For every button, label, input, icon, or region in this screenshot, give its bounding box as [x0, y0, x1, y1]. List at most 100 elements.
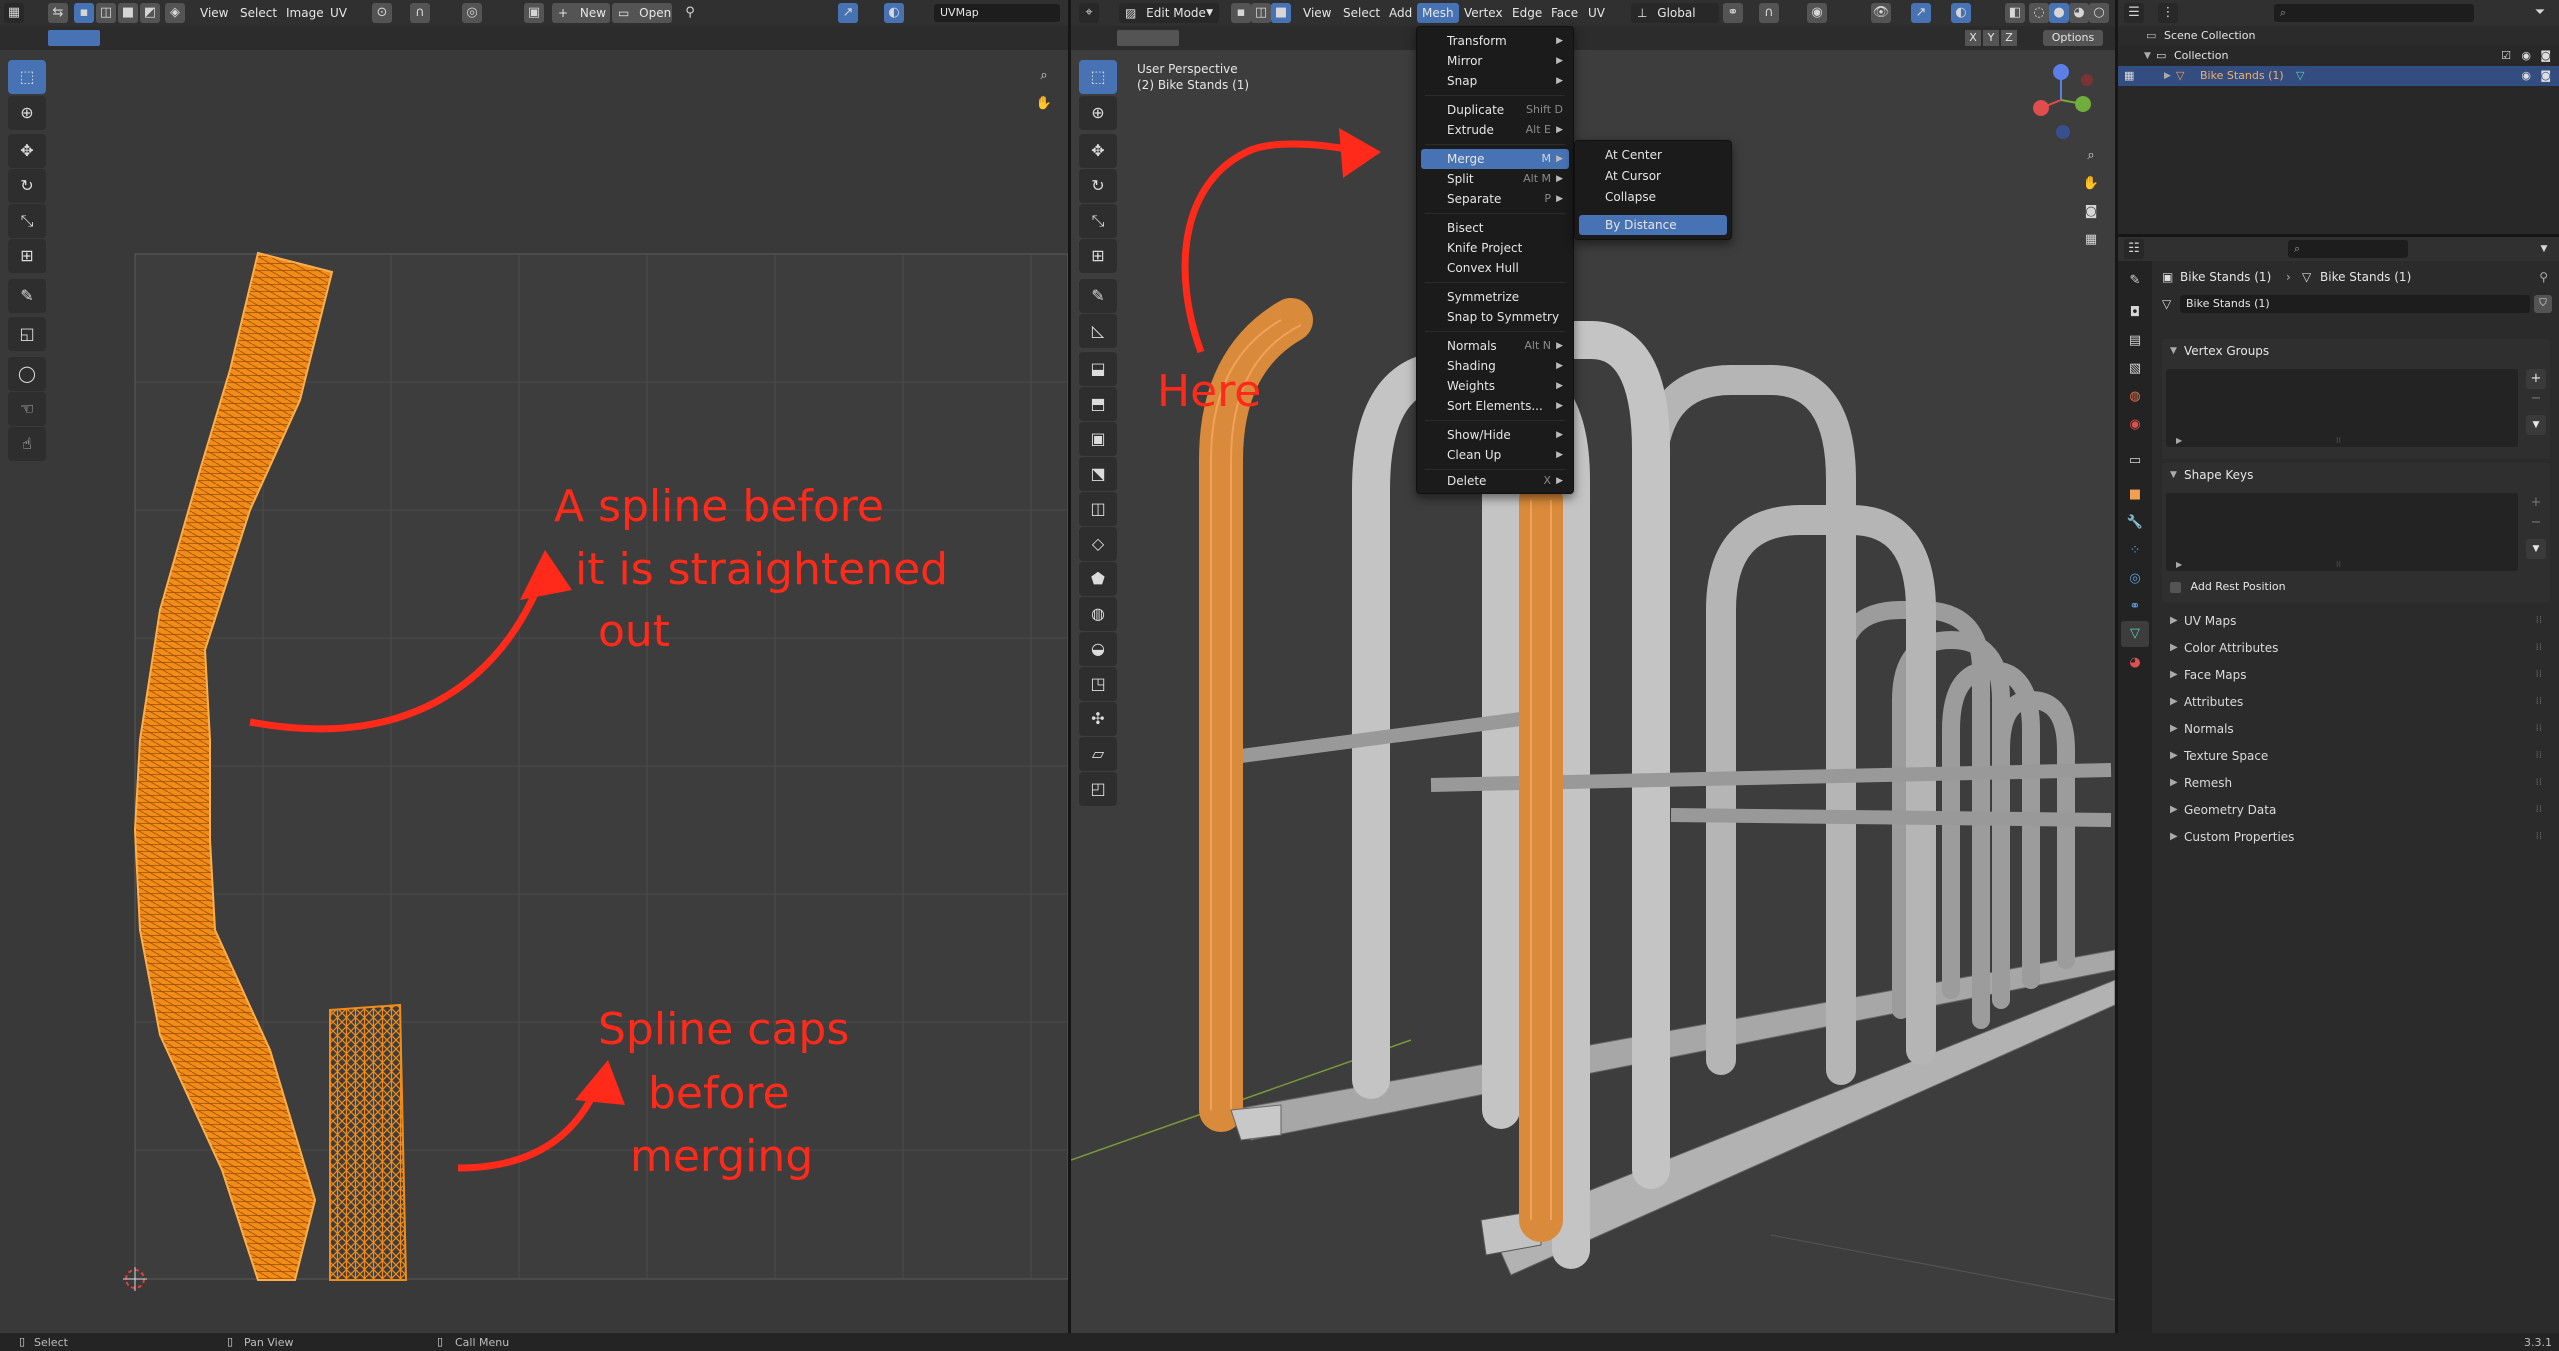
panel-color-attributes[interactable]: ▶ Color Attributes ⁞⁞ [2162, 636, 2550, 660]
vp-menu-edge[interactable]: Edge [1512, 3, 1542, 23]
menu-item-split[interactable]: Split Alt M ▶ [1421, 169, 1569, 189]
menu-item-convex-hull[interactable]: Convex Hull [1421, 258, 1569, 278]
edge-mode-3d[interactable]: ◫ [1251, 3, 1271, 23]
tool-scale[interactable]: ⤡ [8, 204, 46, 238]
hand-icon[interactable]: ✋ [2081, 174, 2101, 194]
submenu-item-at-cursor[interactable]: At Cursor [1579, 166, 1727, 186]
menu-item-extrude[interactable]: Extrude Alt E ▶ [1421, 120, 1569, 140]
uv-menu-select[interactable]: Select [240, 3, 277, 23]
pin-icon[interactable]: ⚲ [680, 3, 700, 23]
uvmap-field[interactable]: UVMap [934, 4, 1060, 22]
mode-dropdown[interactable]: ▨ Edit Mode ▼ [1119, 3, 1219, 23]
overlay-toggle-3d[interactable]: ◐ [1951, 3, 1971, 23]
outliner-row-object[interactable]: ▦ ▶ ▽ Bike Stands (1) ▽ ◉ ◙ [2118, 66, 2559, 86]
tool-rotate[interactable]: ↻ [8, 169, 46, 203]
panel-attributes[interactable]: ▶ Attributes ⁞⁞ [2162, 690, 2550, 714]
vp-tool-shrink[interactable]: ✣ [1079, 702, 1117, 736]
vp-tool-measure[interactable]: ◺ [1079, 314, 1117, 348]
vp-menu-select[interactable]: Select [1343, 3, 1380, 23]
menu-item-show-hide[interactable]: Show/Hide ▶ [1421, 425, 1569, 445]
vp-tool-transform[interactable]: ⊞ [1079, 239, 1117, 273]
vp-tool-polybuild[interactable]: ⬟ [1079, 562, 1117, 596]
uv-menu-uv[interactable]: UV [330, 3, 347, 23]
vp-tool-annotate[interactable]: ✎ [1079, 279, 1117, 313]
view-layer-tab-icon[interactable]: ▧ [2125, 359, 2145, 379]
tool-select-box[interactable]: ⬚ [8, 60, 46, 94]
tool-grab[interactable]: ◯ [8, 357, 46, 391]
vp-tool-bevel[interactable]: ⬔ [1079, 457, 1117, 491]
pin-icon[interactable]: ⚲ [2539, 267, 2548, 287]
shading-rendered[interactable]: ○ [2089, 3, 2109, 23]
menu-item-clean-up[interactable]: Clean Up ▶ [1421, 445, 1569, 465]
axis-z-toggle[interactable]: Z [2001, 30, 2017, 46]
mesh-browse-icon[interactable]: ▽ [2162, 297, 2171, 311]
rear-foot[interactable] [1230, 1104, 1282, 1141]
vp-tool-move[interactable]: ✥ [1079, 134, 1117, 168]
submenu-item-by-distance[interactable]: By Distance [1579, 215, 1727, 235]
panel-normals[interactable]: ▶ Normals ⁞⁞ [2162, 717, 2550, 741]
proportional-edit-button[interactable]: ◎ [462, 3, 482, 23]
vp-tool-inset[interactable]: ▣ [1079, 422, 1117, 456]
overlay-toggle[interactable]: ◐ [884, 3, 904, 23]
tool-transform[interactable]: ⊞ [8, 239, 46, 273]
vp-menu-add[interactable]: Add [1389, 3, 1412, 23]
panel-face-maps[interactable]: ▶ Face Maps ⁞⁞ [2162, 663, 2550, 687]
pivot-button[interactable]: ⊙ [372, 3, 392, 23]
chevron-down-icon[interactable]: ▼ [2534, 239, 2554, 259]
face-select-mode[interactable]: ■ [118, 3, 138, 23]
data-tab-active[interactable]: ▽ [2121, 621, 2149, 647]
camera-icon[interactable]: ◙ [2540, 66, 2551, 86]
eye-icon[interactable]: ◉ [2521, 66, 2531, 86]
image-browse-button[interactable]: ▣ [524, 3, 544, 23]
menu-item-delete[interactable]: Delete X ▶ [1421, 471, 1569, 491]
vertex-groups-list[interactable]: ▶ ⁝⁝ [2166, 369, 2518, 447]
object-tab-icon[interactable]: ■ [2125, 485, 2145, 505]
shape-keys-header[interactable]: ▼ Shape Keys [2162, 463, 2550, 487]
sync-selection-button[interactable]: ⇆ [48, 3, 68, 23]
shape-key-specials-button[interactable]: ▼ [2526, 539, 2546, 559]
vp-tool-loopcut[interactable]: ◫ [1079, 492, 1117, 526]
vertex-groups-header[interactable]: ▼ Vertex Groups [2162, 339, 2550, 363]
vp-tool-add-cube[interactable]: ⬓ [1079, 352, 1117, 386]
drag-grip-icon[interactable]: ⁞⁞ [2536, 609, 2542, 633]
menu-item-sort-elements[interactable]: Sort Elements... ▶ [1421, 396, 1569, 416]
axis-y-toggle[interactable]: Y [1983, 30, 1999, 46]
shape-keys-list[interactable]: ▶ ⁝⁝ [2166, 493, 2518, 571]
menu-item-symmetrize[interactable]: Symmetrize [1421, 287, 1569, 307]
world-tab-icon[interactable]: ◉ [2125, 415, 2145, 435]
uv-sync-toggle[interactable]: ↗ [838, 3, 858, 23]
constraints-tab-icon[interactable]: ⚭ [2125, 597, 2145, 617]
panel-texture-space[interactable]: ▶ Texture Space ⁞⁞ [2162, 744, 2550, 768]
vp-menu-view[interactable]: View [1303, 3, 1331, 23]
checkbox-icon[interactable] [2170, 581, 2181, 593]
vp-tool-select[interactable]: ⬚ [1079, 60, 1117, 94]
axis-x-toggle[interactable]: X [1965, 30, 1981, 46]
select-box-tool-icons[interactable] [48, 30, 100, 46]
output-tab-icon[interactable]: ▤ [2125, 331, 2145, 351]
scene-tab-icon[interactable]: ◍ [2125, 387, 2145, 407]
drag-grip-icon[interactable]: ⁞⁞ [2536, 690, 2542, 714]
mesh-name-field[interactable]: Bike Stands (1) [2180, 295, 2530, 313]
remove-shape-key-button[interactable]: − [2526, 513, 2546, 533]
gizmo-toggle[interactable]: ↗ [1911, 3, 1931, 23]
uv-menu-image[interactable]: Image [286, 3, 324, 23]
vp-tool-rip[interactable]: ◰ [1079, 772, 1117, 806]
material-tab-icon[interactable]: ◕ [2125, 653, 2145, 673]
drag-grip-icon[interactable]: ⁞⁞ [2536, 663, 2542, 687]
remove-vertex-group-button[interactable]: − [2526, 389, 2546, 409]
modifier-tab-icon[interactable]: 🔧 [2125, 513, 2145, 533]
zoom-icon[interactable]: ⌕ [2081, 146, 2101, 166]
tool-cursor[interactable]: ⊕ [8, 96, 46, 130]
panel-remesh[interactable]: ▶ Remesh ⁞⁞ [2162, 771, 2550, 795]
tool-tab-icon[interactable]: ✎ [2125, 271, 2145, 291]
vertex-group-specials-button[interactable]: ▼ [2526, 415, 2546, 435]
shading-wire[interactable]: ◌ [2029, 3, 2049, 23]
viewport-canvas[interactable]: User Perspective (2) Bike Stands (1) Her… [1071, 50, 2115, 1333]
face-mode-3d[interactable]: ■ [1271, 3, 1291, 23]
navigation-gizmo[interactable] [2033, 64, 2093, 139]
vertex-select-mode[interactable]: ▪ [74, 3, 94, 23]
submenu-item-at-center[interactable]: At Center [1579, 145, 1727, 165]
menu-item-separate[interactable]: Separate P ▶ [1421, 189, 1569, 209]
menu-item-mirror[interactable]: Mirror ▶ [1421, 51, 1569, 71]
menu-item-knife-project[interactable]: Knife Project [1421, 238, 1569, 258]
